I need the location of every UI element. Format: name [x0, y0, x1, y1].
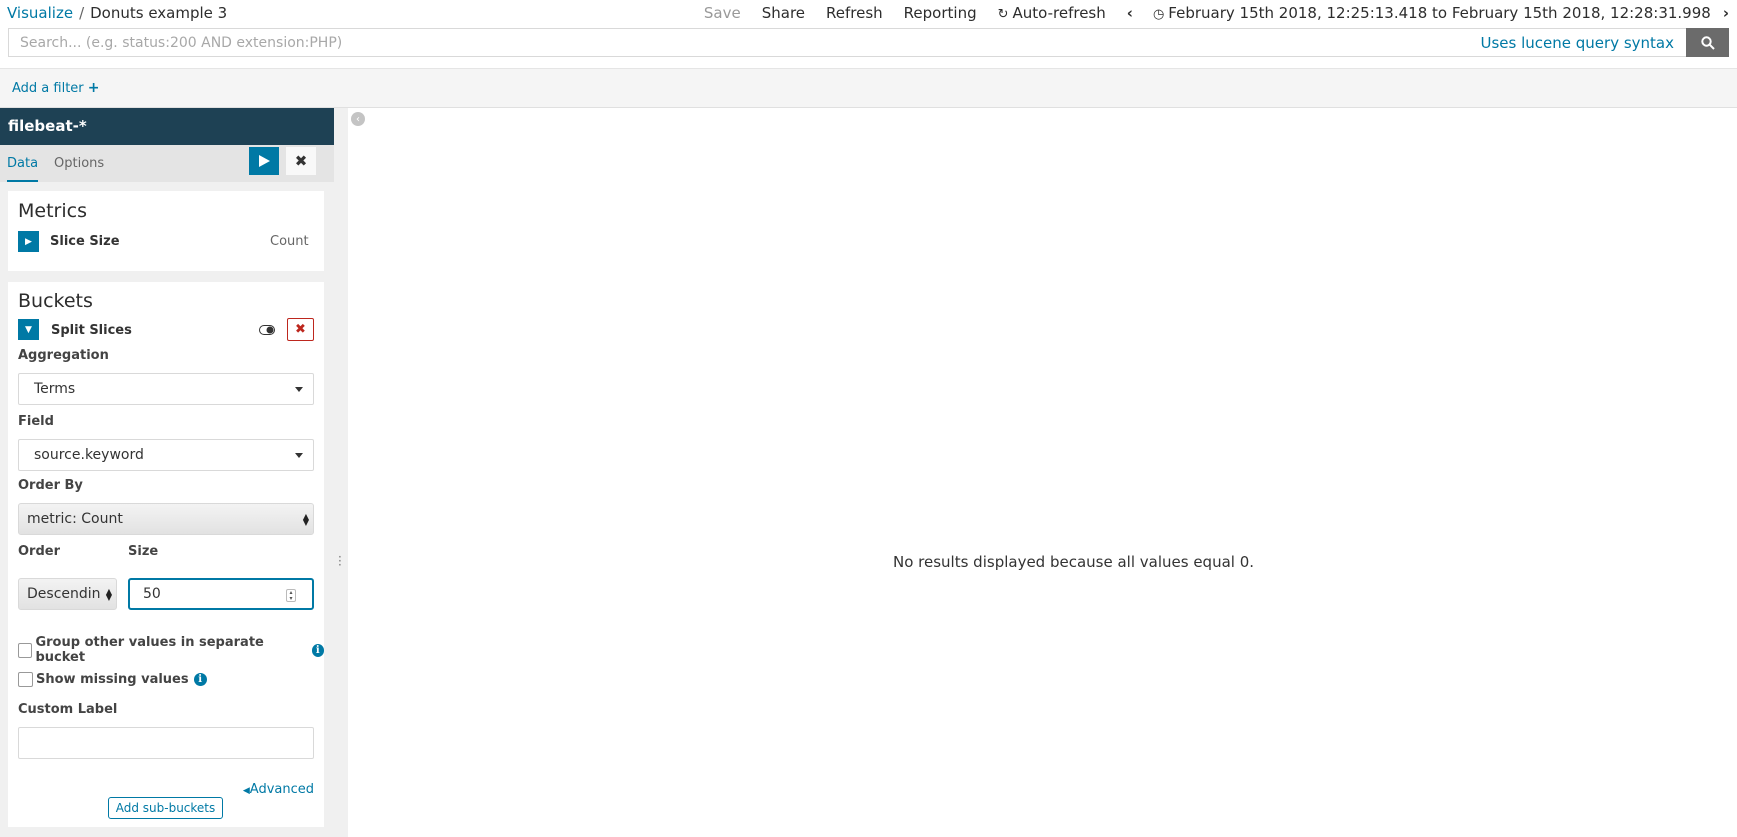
field-value: source.keyword [34, 447, 144, 463]
advanced-label: Advanced [249, 782, 314, 797]
search-icon [1700, 35, 1715, 50]
time-next-icon[interactable]: › [1723, 4, 1729, 22]
time-range-label: February 15th 2018, 12:25:13.418 to Febr… [1168, 4, 1711, 22]
add-filter-link[interactable]: Add a filter + [12, 80, 100, 96]
toggle-icon [259, 325, 275, 335]
size-value: 50 [143, 586, 161, 602]
metric-agg-value: Count [270, 234, 309, 249]
aggregation-select[interactable]: Terms [18, 373, 314, 405]
show-missing-row: Show missing values i [18, 672, 207, 687]
refresh-button[interactable]: Refresh [826, 4, 883, 22]
number-spinner-icon[interactable]: ▴ ▾ [286, 589, 296, 602]
sidebar-resizer[interactable] [334, 108, 348, 837]
breadcrumb-current: Donuts example 3 [90, 4, 228, 22]
sidebar-tabs: Data Options [0, 145, 334, 182]
group-other-label: Group other values in separate bucket [35, 635, 264, 665]
field-label: Field [18, 414, 54, 429]
order-by-select[interactable]: metric: Count ▲ ▼ [18, 503, 314, 535]
discard-changes-button[interactable]: ✖ [286, 147, 316, 175]
show-missing-label: Show missing values [36, 672, 189, 687]
group-other-row: Group other values in separate bucket i [18, 635, 324, 665]
collapse-sidebar-icon[interactable]: ‹ [351, 112, 365, 126]
order-by-label: Order By [18, 478, 83, 493]
auto-refresh-label: Auto-refresh [1012, 4, 1106, 22]
buckets-panel: Buckets ▼ Split Slices ✖ Aggregation Ter… [8, 282, 324, 827]
info-icon[interactable]: i [193, 673, 207, 686]
top-menu: Save Share Refresh Reporting ↻ Auto-refre… [704, 4, 1737, 22]
tab-options[interactable]: Options [54, 145, 104, 182]
expand-metric-button[interactable]: ▶ [18, 231, 39, 252]
show-missing-checkbox[interactable] [18, 672, 33, 687]
remove-agg-button[interactable]: ✖ [287, 318, 314, 341]
breadcrumb: Visualize / Donuts example 3 [7, 4, 227, 22]
time-prev-icon[interactable]: ‹ [1127, 4, 1133, 22]
no-results-message: No results displayed because all values … [893, 553, 1255, 571]
drag-handle-icon[interactable]: · · · [338, 551, 342, 571]
search-placeholder: Search... (e.g. status:200 AND extension… [20, 34, 343, 51]
refresh-icon: ↻ [997, 7, 1009, 22]
remove-icon: ✖ [295, 322, 306, 337]
top-nav: Visualize / Donuts example 3 Save Share … [0, 0, 1737, 26]
chevron-down-icon: ▼ [25, 324, 32, 335]
buckets-title: Buckets [18, 290, 93, 312]
auto-refresh-button[interactable]: ↻ Auto-refresh [998, 4, 1106, 22]
clock-icon: ◷ [1152, 7, 1165, 22]
reporting-button[interactable]: Reporting [904, 4, 977, 22]
metrics-title: Metrics [18, 200, 87, 222]
aggregation-label: Aggregation [18, 348, 109, 363]
lucene-syntax-link[interactable]: Uses lucene query syntax [1481, 34, 1674, 52]
bucket-agg-label: Split Slices [51, 323, 132, 338]
group-other-checkbox[interactable] [18, 642, 33, 658]
order-select[interactable]: Descendin ▲ ▼ [18, 578, 117, 610]
visualization-area [348, 108, 1737, 837]
breadcrumb-visualize-link[interactable]: Visualize [7, 4, 73, 22]
size-input[interactable]: 50 ▴ ▾ [128, 578, 314, 610]
metrics-panel: Metrics ▶ Slice Size Count [8, 191, 324, 271]
search-bar: Search... (e.g. status:200 AND extension… [8, 28, 1729, 57]
metric-agg-label: Slice Size [50, 234, 120, 249]
caret-down-icon [295, 453, 303, 458]
tab-data[interactable]: Data [7, 145, 39, 182]
collapse-bucket-button[interactable]: ▼ [18, 319, 39, 340]
add-filter-label: Add a filter [12, 81, 84, 96]
advanced-toggle-link[interactable]: ◀Advanced [243, 782, 314, 797]
plus-icon: + [87, 80, 100, 96]
caret-down-icon [295, 387, 303, 392]
search-button[interactable] [1686, 28, 1729, 57]
custom-label-label: Custom Label [18, 702, 118, 717]
order-label: Order [18, 544, 60, 559]
updown-icon: ▲ ▼ [302, 512, 309, 527]
share-button[interactable]: Share [762, 4, 805, 22]
field-select[interactable]: source.keyword [18, 439, 314, 471]
order-value: Descendin [27, 586, 101, 602]
time-picker-button[interactable]: ◷ February 15th 2018, 12:25:13.418 to Feb… [1153, 4, 1711, 22]
search-input[interactable]: Search... (e.g. status:200 AND extension… [8, 28, 1686, 57]
save-button[interactable]: Save [704, 4, 741, 22]
apply-changes-button[interactable] [249, 147, 279, 175]
order-by-value: metric: Count [27, 511, 123, 527]
custom-label-input[interactable] [18, 727, 314, 759]
index-pattern-title: filebeat-* [0, 108, 334, 145]
play-icon [258, 155, 270, 167]
toggle-agg-button[interactable] [256, 320, 278, 340]
aggregation-value: Terms [34, 381, 76, 397]
breadcrumb-separator: / [79, 4, 85, 22]
info-icon[interactable]: i [311, 643, 324, 657]
editor-sidebar: filebeat-* Data Options ✖ Metrics ▶ Slic… [0, 108, 334, 837]
size-label: Size [128, 544, 159, 559]
filter-bar: Add a filter + [0, 68, 1737, 108]
caret-left-icon: ◀ [242, 786, 250, 796]
chevron-right-icon: ▶ [25, 236, 32, 247]
add-sub-buckets-button[interactable]: Add sub-buckets [108, 797, 223, 819]
updown-icon: ▲ ▼ [105, 587, 112, 602]
close-icon: ✖ [294, 152, 308, 170]
